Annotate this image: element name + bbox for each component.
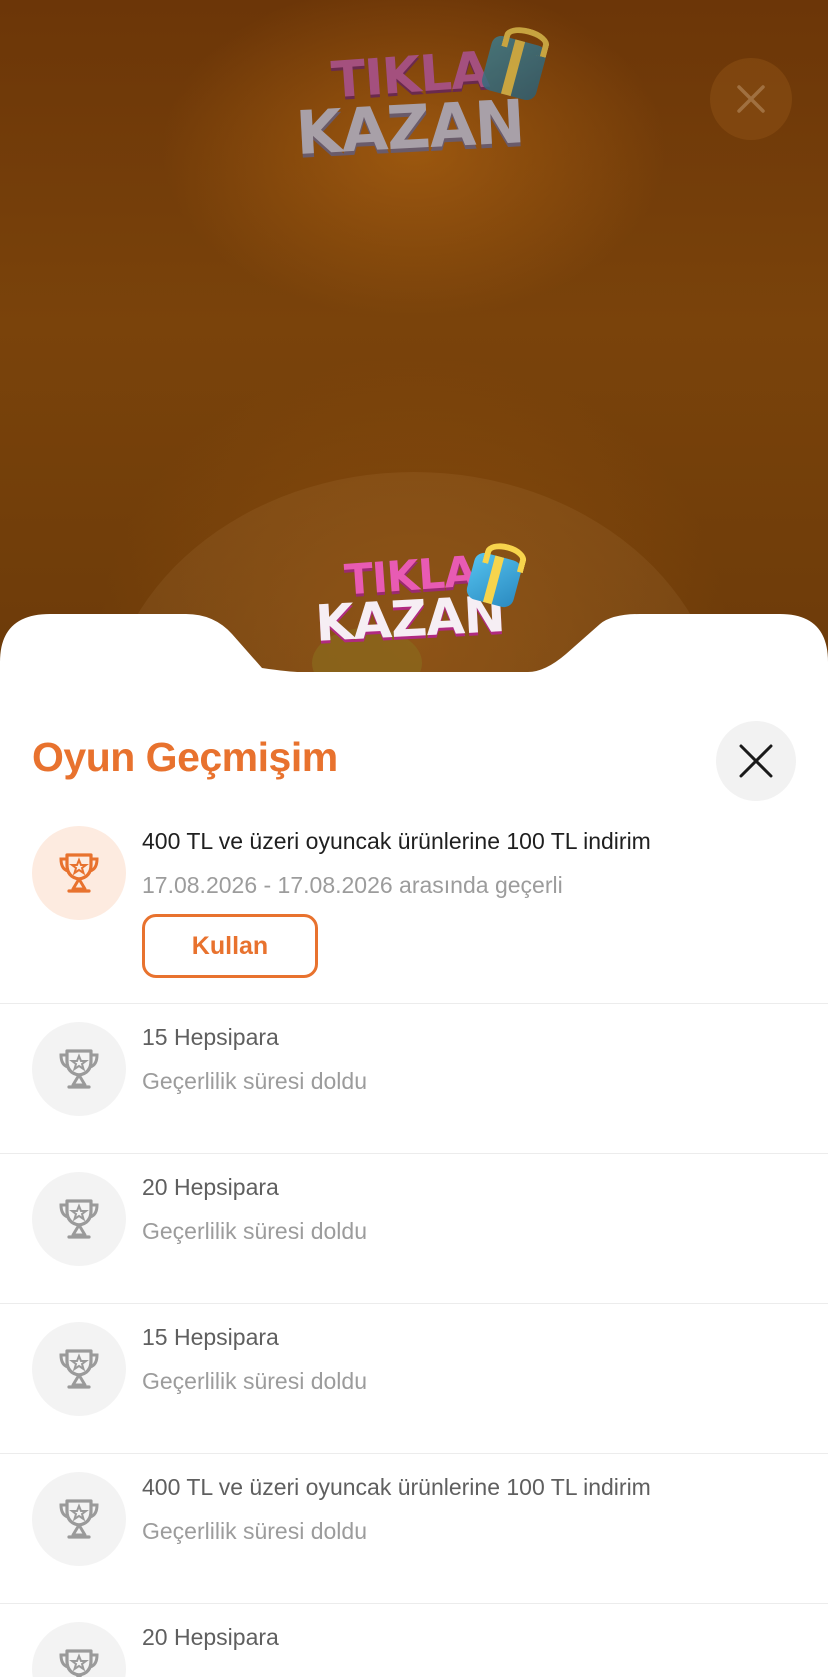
sheet-title: Oyun Geçmişim: [32, 734, 338, 780]
trophy-icon-badge: [32, 1022, 126, 1116]
history-list: 400 TL ve üzeri oyuncak ürünlerine 100 T…: [0, 808, 828, 1677]
trophy-icon-badge: [32, 1622, 126, 1677]
trophy-icon: [59, 1349, 99, 1389]
trophy-icon: [59, 853, 99, 893]
sheet-top-edge: [0, 614, 828, 712]
use-button[interactable]: Kullan: [142, 914, 318, 978]
item-subtitle: 17.08.2026 - 17.08.2026 arasında geçerli: [142, 872, 563, 898]
list-item: 20 Hepsipara: [0, 1604, 828, 1677]
item-subtitle: Geçerlilik süresi doldu: [142, 1068, 367, 1094]
trophy-icon: [59, 1649, 99, 1677]
game-close-button[interactable]: [710, 58, 792, 140]
item-title: 400 TL ve üzeri oyuncak ürünlerine 100 T…: [142, 1474, 651, 1500]
item-subtitle: Geçerlilik süresi doldu: [142, 1218, 367, 1244]
trophy-icon: [59, 1199, 99, 1239]
trophy-icon-badge: [32, 826, 126, 920]
trophy-icon-badge: [32, 1172, 126, 1266]
list-item: 400 TL ve üzeri oyuncak ürünlerine 100 T…: [0, 808, 828, 1004]
item-title: 15 Hepsipara: [142, 1324, 279, 1350]
trophy-icon-badge: [32, 1472, 126, 1566]
close-icon: [739, 744, 773, 778]
trophy-icon-badge: [32, 1322, 126, 1416]
item-title: 15 Hepsipara: [142, 1024, 279, 1050]
list-item: 15 Hepsipara Geçerlilik süresi doldu: [0, 1004, 828, 1154]
list-item: 15 Hepsipara Geçerlilik süresi doldu: [0, 1304, 828, 1454]
item-title: 20 Hepsipara: [142, 1624, 279, 1650]
logo-top-line2: KAZAN: [294, 86, 526, 169]
item-subtitle: Geçerlilik süresi doldu: [142, 1368, 367, 1394]
item-title: 400 TL ve üzeri oyuncak ürünlerine 100 T…: [142, 828, 651, 854]
list-item: 20 Hepsipara Geçerlilik süresi doldu: [0, 1154, 828, 1304]
close-button[interactable]: [716, 721, 796, 801]
trophy-icon: [59, 1499, 99, 1539]
trophy-icon: [59, 1049, 99, 1089]
item-subtitle: Geçerlilik süresi doldu: [142, 1518, 367, 1544]
item-title: 20 Hepsipara: [142, 1174, 279, 1200]
list-item: 400 TL ve üzeri oyuncak ürünlerine 100 T…: [0, 1454, 828, 1604]
close-icon: [737, 85, 765, 113]
